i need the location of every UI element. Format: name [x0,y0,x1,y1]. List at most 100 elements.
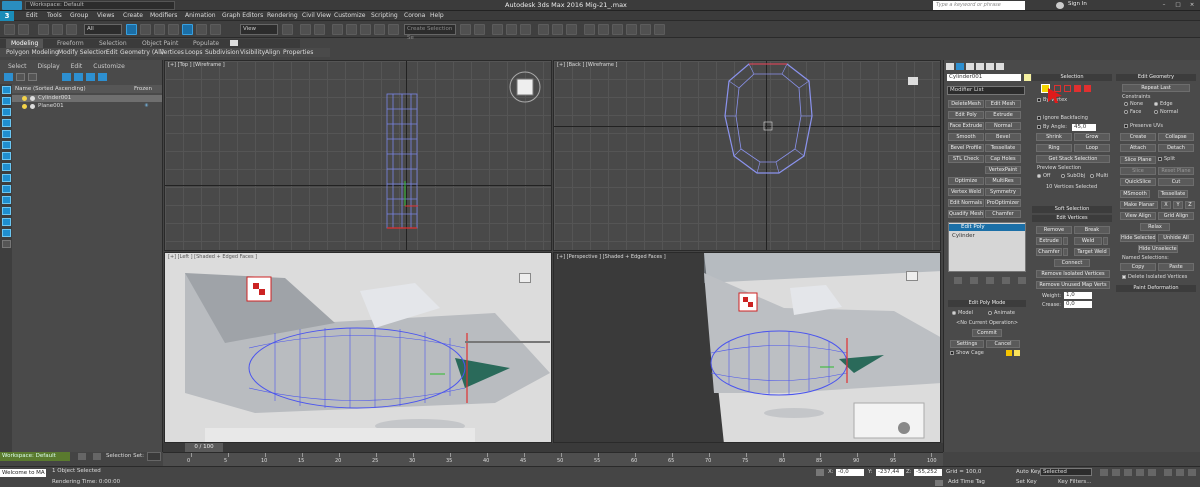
go-to-start-icon[interactable] [1100,469,1108,476]
select-object-icon[interactable] [126,24,137,35]
show-end-result-icon[interactable] [970,277,978,284]
viewport-label[interactable]: [+] [Top ] [Wireframe ] [168,62,225,68]
panel-properties[interactable]: Properties [283,49,313,56]
lock-selection-icon[interactable] [816,469,824,476]
visibility-icon[interactable] [22,104,27,109]
max-logo-icon[interactable]: 3 [0,11,14,21]
undo-icon[interactable] [4,24,15,35]
display-groups-filter-icon[interactable] [2,185,11,193]
hierarchy-icon[interactable] [28,73,37,81]
sel-preview-subobj-radio[interactable]: SubObj [1061,173,1085,179]
modifier-list-dropdown[interactable]: Modifier List [947,86,1025,95]
eg-hide-unselected-button[interactable]: Hide Unselected [1138,245,1178,253]
panel-subdivision[interactable]: Subdivision [205,49,239,56]
epm-commit-button[interactable]: Commit [972,329,1002,337]
curve-editor-icon[interactable] [538,24,549,35]
pan-icon[interactable] [1176,469,1184,476]
eg-attach-button[interactable]: Attach [1120,144,1156,152]
eg-normal-radio[interactable]: Normal [1154,109,1178,115]
render-iterative-icon[interactable] [626,24,637,35]
viewcube-icon[interactable] [507,69,543,105]
eg-cut-button[interactable]: Cut [1158,178,1194,186]
eg-z-button[interactable]: Z [1185,201,1195,209]
display-cameras-icon[interactable] [98,73,107,81]
mod-bevelprofile-button[interactable]: Bevel Profile [948,144,984,152]
reference-coordinate-dropdown[interactable]: View [240,24,278,35]
eg-create-button[interactable]: Create [1120,133,1156,141]
display-tab-icon[interactable] [986,63,994,70]
mod-editpoly-button[interactable]: Edit Poly [948,111,984,119]
schematic-view-icon[interactable] [552,24,563,35]
paint-deformation-rollout[interactable]: Paint Deformation [1116,285,1196,292]
epm-settings-button[interactable]: Settings [950,340,984,348]
sel-by-angle-checkbox[interactable]: By Angle: [1037,124,1067,130]
ev-weld-button[interactable]: Weld [1074,237,1102,245]
stack-item-cylinder[interactable]: Cylinder [952,233,975,239]
spinner-snap-icon[interactable] [374,24,385,35]
display-frozen-filter-icon[interactable] [2,229,11,237]
mod-multires-button[interactable]: MultiRes [985,177,1021,185]
x-coord-field[interactable]: -0,0 [836,469,864,476]
mod-extrude-button[interactable]: Extrude [985,111,1021,119]
play-icon[interactable] [1124,469,1132,476]
tab-object-paint[interactable]: Object Paint [137,39,183,48]
eg-x-button[interactable]: X [1161,201,1171,209]
menu-group[interactable]: Group [70,12,88,19]
ev-connect-button[interactable]: Connect [1054,259,1090,267]
menu-graph-editors[interactable]: Graph Editors [222,12,263,19]
menu-tools[interactable]: Tools [47,12,62,19]
menu-views[interactable]: Views [97,12,114,19]
viewcube-icon[interactable] [908,77,918,85]
visibility-icon[interactable] [22,96,27,101]
scene-menu-select[interactable]: Select [8,63,27,70]
edit-vertices-rollout[interactable]: Edit Vertices [1032,215,1112,222]
z-coord-field[interactable]: -55,252 [914,469,942,476]
hierarchy-tab-icon[interactable] [966,63,974,70]
scene-menu-customize[interactable]: Customize [93,63,125,70]
snaps-toggle-icon[interactable] [332,24,343,35]
frozen-icon[interactable]: ✳ [144,103,149,109]
ev-remove-isolated-button[interactable]: Remove Isolated Vertices [1036,270,1110,278]
eg-view-align-button[interactable]: View Align [1120,212,1156,220]
zoom-icon[interactable] [1164,469,1172,476]
edit-poly-mode-rollout[interactable]: Edit Poly Mode [948,300,1026,307]
eg-unhide-all-button[interactable]: Unhide All [1158,234,1194,242]
sign-in-link[interactable]: Sign In [1068,1,1087,7]
display-geometry-filter-icon[interactable] [2,119,11,127]
workspace-indicator[interactable]: Workspace: Default [0,452,70,461]
layer-explorer-icon[interactable] [506,24,517,35]
eg-paste-button[interactable]: Paste [1158,263,1194,271]
mod-chamfer-button[interactable]: Chamfer [985,210,1021,218]
sel-ignore-backfacing-checkbox[interactable]: Ignore Backfacing [1037,115,1088,121]
sel-grow-button[interactable]: Grow [1074,133,1110,141]
viewport-top[interactable]: [+] [Top ] [Wireframe ] [164,60,552,251]
mod-prooptimizer-button[interactable]: ProOptimizer [985,199,1021,207]
eg-collapse-button[interactable]: Collapse [1158,133,1194,141]
panel-align[interactable]: Align [265,49,280,56]
column-name-header[interactable]: Name (Sorted Ascending) [15,86,86,92]
maxscript-listener[interactable]: Welcome to MA [0,469,46,477]
display-geometry-icon[interactable] [62,73,71,81]
display-hidden-filter-icon[interactable] [2,240,11,248]
scene-menu-display[interactable]: Display [38,63,60,70]
mod-stlcheck-button[interactable]: STL Check [948,155,984,163]
mod-editmesh-button[interactable]: Edit Mesh [985,100,1021,108]
bind-space-warp-icon[interactable] [66,24,77,35]
border-subobject-icon[interactable] [1064,85,1071,92]
edit-geometry-rollout[interactable]: Edit Geometry [1116,74,1196,81]
display-shapes-icon[interactable] [74,73,83,81]
mod-deletemesh-button[interactable]: DeleteMesh [948,100,984,108]
column-frozen-header[interactable]: Frozen [134,86,152,92]
cage-color-swatch[interactable] [1006,350,1012,356]
time-tag-icon[interactable] [935,480,943,486]
orbit-icon[interactable] [1188,469,1196,476]
ev-extrude-button[interactable]: Extrude [1036,237,1062,245]
display-all-icon[interactable] [2,86,11,94]
mod-vertexweld-button[interactable]: Vertex Weld [948,188,984,196]
ev-remove-button[interactable]: Remove [1036,226,1072,234]
viewport-perspective[interactable]: [+] [Perspective ] [Shaded + Edged Faces… [553,252,941,443]
eg-quickslice-button[interactable]: QuickSlice [1120,178,1156,186]
soft-selection-rollout[interactable]: Soft Selection [1032,206,1112,213]
display-helpers-filter-icon[interactable] [2,163,11,171]
mod-capholes-button[interactable]: Cap Holes [985,155,1021,163]
